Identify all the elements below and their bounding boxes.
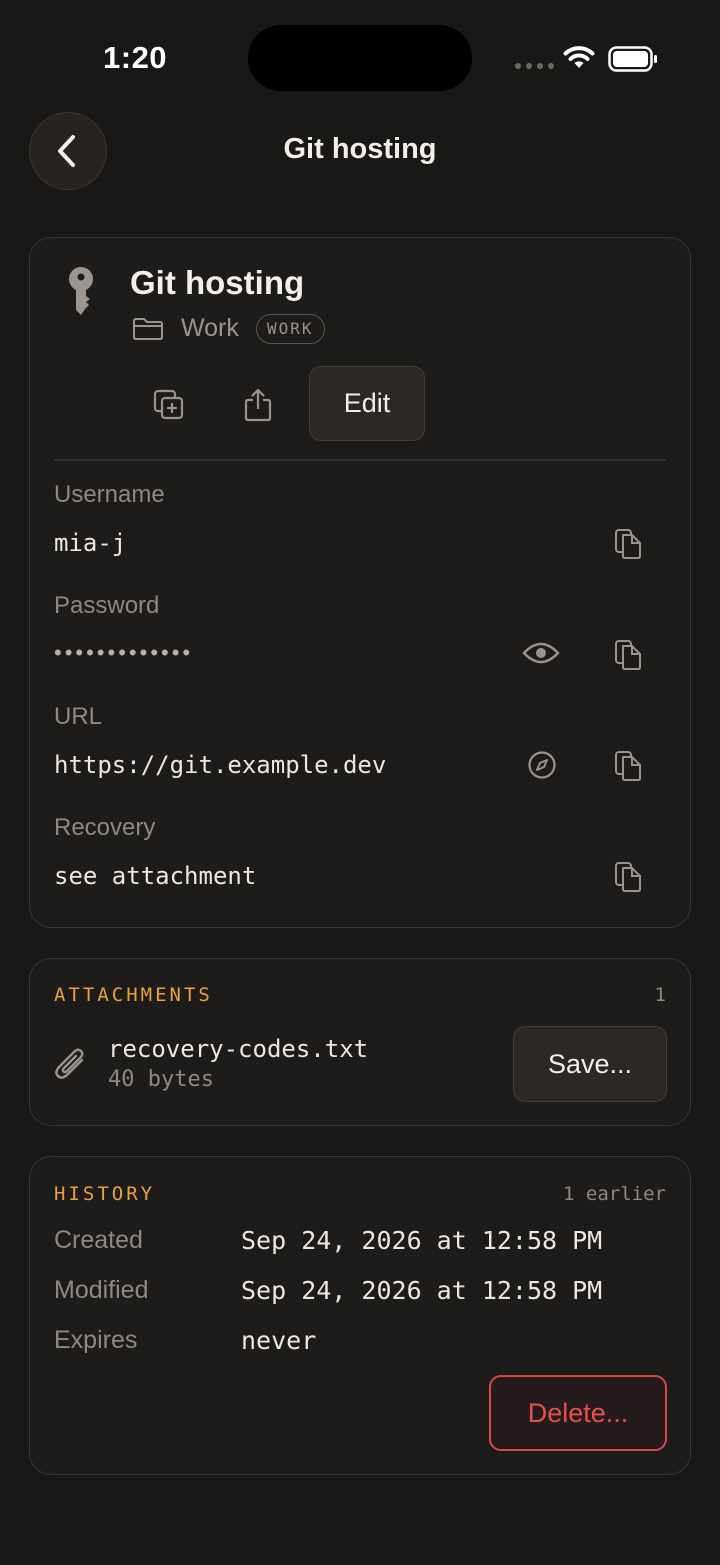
password-value[interactable]: ••••••••••••• <box>54 640 193 666</box>
edit-button[interactable]: Edit <box>309 366 425 441</box>
history-earlier[interactable]: 1 earlier <box>563 1183 666 1205</box>
expires-value: never <box>241 1326 317 1355</box>
attachments-card: ATTACHMENTS 1 recovery-codes.txt 40 byte… <box>29 958 691 1126</box>
save-attachment-button[interactable]: Save... <box>513 1026 667 1102</box>
share-icon[interactable] <box>243 387 273 423</box>
delete-button[interactable]: Delete... <box>489 1375 667 1451</box>
url-label: URL <box>54 703 103 730</box>
signal-icon <box>515 63 554 69</box>
history-card: HISTORY 1 earlier Created Sep 24, 2026 a… <box>29 1156 691 1475</box>
status-time: 1:20 <box>103 40 168 75</box>
expires-label: Expires <box>54 1326 138 1354</box>
created-label: Created <box>54 1226 143 1254</box>
folder-name: Work <box>181 314 239 342</box>
attachments-count: 1 <box>654 984 666 1006</box>
divider <box>54 459 666 461</box>
duplicate-icon[interactable] <box>152 388 186 422</box>
history-title: HISTORY <box>54 1183 156 1205</box>
modified-label: Modified <box>54 1276 149 1304</box>
tag-badge[interactable]: WORK <box>256 314 325 344</box>
attachments-title: ATTACHMENTS <box>54 984 213 1006</box>
entry-title: Git hosting <box>130 264 305 301</box>
copy-icon[interactable] <box>613 636 643 672</box>
url-value[interactable]: https://git.example.dev <box>54 751 386 779</box>
paperclip-icon <box>55 1048 84 1079</box>
copy-icon[interactable] <box>613 858 643 894</box>
status-bar: 1:20 <box>0 0 720 110</box>
recovery-label: Recovery <box>54 814 156 841</box>
username-value[interactable]: mia-j <box>54 529 126 557</box>
nav-title: Git hosting <box>283 133 437 165</box>
compass-icon[interactable] <box>527 750 557 780</box>
password-label: Password <box>54 592 160 619</box>
wifi-icon <box>563 46 595 68</box>
battery-icon <box>608 46 657 72</box>
attachment-file-name: recovery-codes.txt <box>108 1035 369 1063</box>
folder-icon <box>133 318 163 340</box>
attachment-file-size: 40 bytes <box>108 1067 214 1092</box>
recovery-value[interactable]: see attachment <box>54 862 256 890</box>
copy-icon[interactable] <box>613 525 643 561</box>
entry-card: Git hosting Work WORK Edit Username mia-… <box>29 237 691 928</box>
created-value: Sep 24, 2026 at 12:58 PM <box>241 1226 603 1255</box>
copy-icon[interactable] <box>613 747 643 783</box>
username-label: Username <box>54 481 165 508</box>
modified-value: Sep 24, 2026 at 12:58 PM <box>241 1276 603 1305</box>
key-icon <box>69 267 93 315</box>
dynamic-island <box>248 25 472 91</box>
eye-icon[interactable] <box>522 640 560 666</box>
